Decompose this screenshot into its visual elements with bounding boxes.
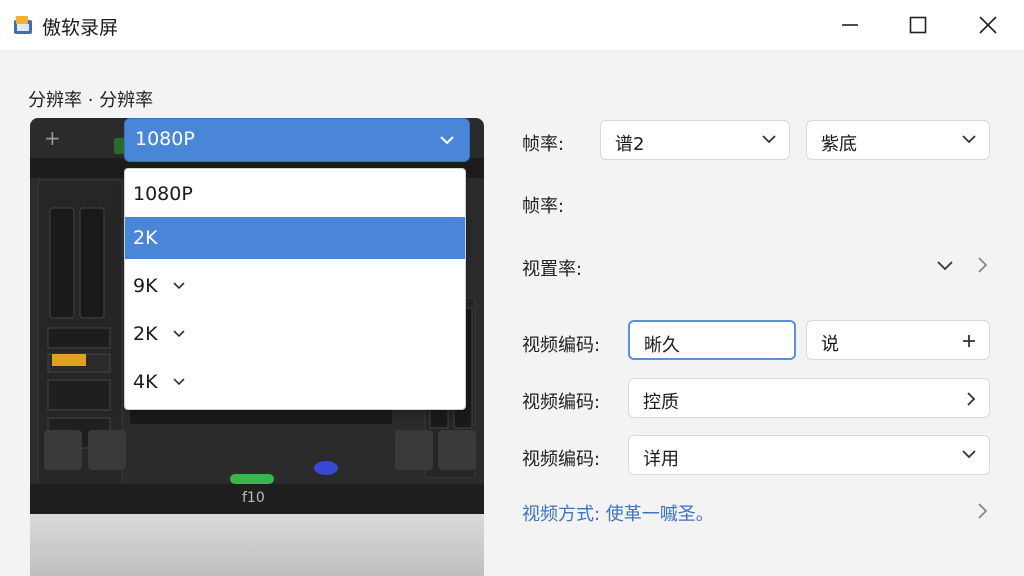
close-button[interactable] — [954, 0, 1022, 50]
chevron-down-icon — [962, 450, 976, 459]
resolution-section-label: 分辨率 · 分辨率 — [28, 90, 154, 111]
framerate-label: 帧率: — [522, 134, 565, 155]
window-title: 傲软录屏 — [42, 17, 119, 39]
chevron-right-icon[interactable] — [976, 256, 988, 274]
minimize-button[interactable] — [816, 0, 884, 50]
maximize-button[interactable] — [884, 0, 952, 50]
device-base — [30, 514, 484, 576]
resolution-select[interactable]: 1080P — [124, 118, 470, 162]
preview-bottom-label: f10 — [242, 490, 265, 506]
codec2-select[interactable]: 控质 — [628, 378, 990, 418]
resolution-selected-value: 1080P — [135, 128, 195, 150]
framerate-select-2[interactable]: 紫底 — [806, 120, 990, 160]
resolution-option-2k-alt[interactable]: 2K — [125, 313, 465, 355]
chevron-right-icon — [967, 392, 976, 406]
codec3-label: 视频编码: — [522, 449, 601, 470]
plus-icon — [963, 335, 975, 347]
codec3-select[interactable]: 详用 — [628, 435, 990, 475]
title-bar: 傲软录屏 — [0, 0, 1024, 50]
codec2-label: 视频编码: — [522, 392, 601, 413]
resolution-option-4k[interactable]: 4K — [125, 361, 465, 403]
resolution-option-2k[interactable]: 2K — [125, 217, 465, 259]
framerate-select-1[interactable]: 谱2 — [600, 120, 790, 160]
resolution-option-1080p[interactable]: 1080P — [125, 173, 465, 215]
chevron-down-icon — [762, 135, 776, 144]
resolution-option-9k[interactable]: 9K — [125, 265, 465, 307]
framerate2-label: 帧率: — [522, 196, 565, 217]
chevron-down-icon — [962, 135, 976, 144]
chevron-down-icon — [172, 330, 185, 338]
preview-bottom-strip: f10 — [30, 484, 484, 514]
chevron-down-icon — [172, 378, 185, 386]
chevron-up-icon — [440, 136, 454, 145]
codec1-label: 视频编码: — [522, 335, 601, 356]
maximize-icon — [909, 16, 927, 34]
video-method-link[interactable]: 视频方式: 使革一嘁圣。 — [522, 500, 714, 526]
app-logo-icon — [12, 14, 34, 36]
close-icon — [979, 16, 997, 34]
resolution-dropdown-list: 1080P 2K 9K 2K 4K — [124, 168, 466, 410]
video-rate-label: 视置率: — [522, 259, 583, 280]
chevron-down-icon[interactable] — [936, 259, 954, 271]
codec1-input[interactable]: 晰久 — [628, 320, 796, 360]
chevron-down-icon — [172, 282, 185, 290]
minimize-icon — [842, 24, 858, 26]
chevron-right-icon[interactable] — [976, 502, 988, 520]
codec1-add-field[interactable]: 说 — [806, 320, 990, 360]
